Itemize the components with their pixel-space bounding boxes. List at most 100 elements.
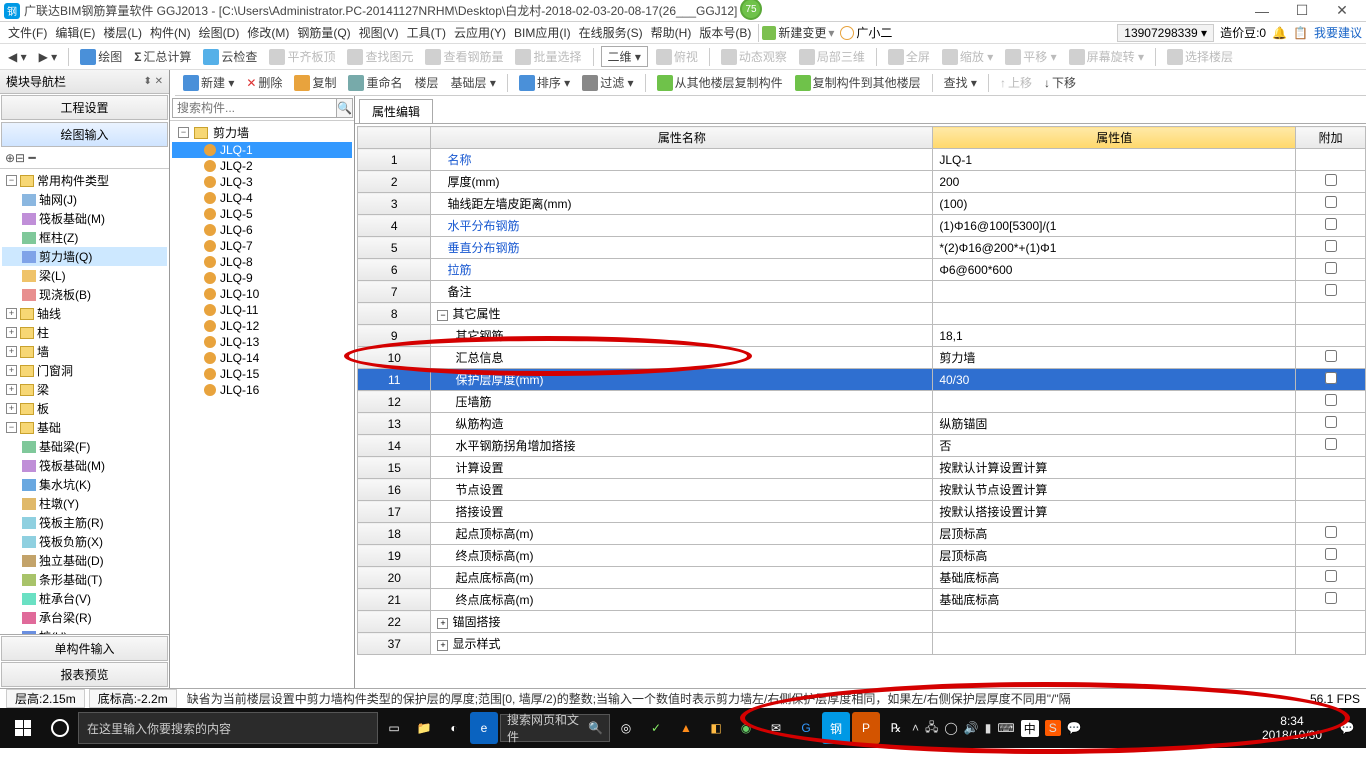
wall-item[interactable]: JLQ-1 (172, 142, 352, 158)
extra-checkbox[interactable] (1325, 416, 1337, 428)
extra-checkbox[interactable] (1325, 526, 1337, 538)
tb-new[interactable]: 新建 ▾ (179, 72, 238, 93)
tray-up-icon[interactable]: ˄ (912, 721, 919, 735)
app8-icon[interactable]: G (792, 712, 820, 744)
wall-item[interactable]: JLQ-15 (172, 366, 352, 382)
tree-item[interactable]: +墙 (2, 342, 167, 361)
suggest-link[interactable]: 我要建议 (1314, 24, 1362, 41)
tree-item[interactable]: +柱 (2, 323, 167, 342)
minimize-button[interactable]: — (1242, 3, 1282, 19)
tree-item[interactable]: 轴网(J) (2, 190, 167, 209)
tree-item[interactable]: 筏板基础(M) (2, 209, 167, 228)
tb-find[interactable]: 查找图元 (343, 46, 417, 67)
tb-viewrebar[interactable]: 查看钢筋量 (421, 46, 507, 67)
table-row[interactable]: 15计算设置按默认计算设置计算 (358, 457, 1366, 479)
tb-filter[interactable]: 过滤 ▾ (578, 72, 637, 93)
wall-item[interactable]: JLQ-10 (172, 286, 352, 302)
note-icon[interactable]: 📋 (1293, 26, 1308, 40)
app9-icon[interactable]: 钢 (822, 712, 850, 744)
tray-loc-icon[interactable]: ◯ (944, 721, 957, 735)
taskbar-search[interactable]: 在这里输入你要搜索的内容 (78, 712, 378, 744)
menu-draw[interactable]: 绘图(D) (195, 24, 244, 41)
table-row[interactable]: 9其它钢筋18,1 (358, 325, 1366, 347)
cortana-button[interactable] (44, 712, 76, 744)
tb-zoom[interactable]: 缩放 ▾ (938, 46, 997, 67)
tb-rename[interactable]: 重命名 (344, 72, 406, 93)
tree-item[interactable]: 柱墩(Y) (2, 494, 167, 513)
tree-item[interactable]: 筏板负筋(X) (2, 532, 167, 551)
search-input[interactable] (172, 98, 337, 118)
tb-local3d[interactable]: 局部三维 (795, 46, 869, 67)
tray-bat-icon[interactable]: ▮ (985, 721, 992, 735)
table-row[interactable]: 21终点底标高(m)基础底标高 (358, 589, 1366, 611)
taskview-icon[interactable]: ▭ (380, 712, 408, 744)
app1-icon[interactable]: 📁 (410, 712, 438, 744)
tb-rot[interactable]: 屏幕旋转 ▾ (1065, 46, 1148, 67)
tb-pan[interactable]: 平移 ▾ (1001, 46, 1060, 67)
tb-2d[interactable]: 二维 ▾ (601, 46, 648, 67)
maximize-button[interactable]: ☐ (1282, 2, 1322, 19)
app7-icon[interactable]: ◉ (732, 712, 760, 744)
tray-net-icon[interactable]: 🖧 (925, 718, 938, 739)
tb-copyto[interactable]: 复制构件到其他楼层 (791, 72, 925, 93)
taskbar-clock[interactable]: 8:342018/10/30 (1254, 714, 1330, 742)
search-button[interactable]: 🔍 (337, 98, 353, 118)
tree-item[interactable]: 集水坑(K) (2, 475, 167, 494)
tree-item[interactable]: 梁(L) (2, 266, 167, 285)
menu-view[interactable]: 视图(V) (355, 24, 403, 41)
tree-item[interactable]: 承台梁(R) (2, 608, 167, 627)
tree-item[interactable]: 基础梁(F) (2, 437, 167, 456)
midtree-root[interactable]: −剪力墙 (172, 123, 352, 142)
table-row[interactable]: 2厚度(mm)200 (358, 171, 1366, 193)
tb-dyn[interactable]: 动态观察 (717, 46, 791, 67)
tray-vol-icon[interactable]: 🔊 (964, 721, 979, 735)
menu-rebar[interactable]: 钢筋量(Q) (293, 24, 354, 41)
tb-selfloor[interactable]: 选择楼层 (1163, 46, 1237, 67)
table-row[interactable]: 20起点底标高(m)基础底标高 (358, 567, 1366, 589)
tree-item[interactable]: −基础 (2, 418, 167, 437)
tb-copy[interactable]: 复制 (290, 72, 340, 93)
tb-del[interactable]: ✕删除 (242, 72, 286, 93)
table-row[interactable]: 7备注 (358, 281, 1366, 303)
bell-icon[interactable]: 🔔 (1272, 26, 1287, 40)
wall-item[interactable]: JLQ-2 (172, 158, 352, 174)
notif-icon[interactable]: 💬 (1332, 721, 1362, 735)
table-row[interactable]: 37+显示样式 (358, 633, 1366, 655)
btn-report[interactable]: 报表预览 (1, 662, 168, 687)
tree-item[interactable]: 筏板基础(M) (2, 456, 167, 475)
table-row[interactable]: 6拉筋Φ6@600*600 (358, 259, 1366, 281)
panel-collapse-icon[interactable]: ⬍ ✕ (143, 76, 163, 87)
wall-item[interactable]: JLQ-9 (172, 270, 352, 286)
component-tree[interactable]: −常用构件类型轴网(J)筏板基础(M)框柱(Z)剪力墙(Q)梁(L)现浇板(B)… (0, 169, 169, 634)
expand-icon[interactable]: ⊕⊟ (5, 151, 25, 165)
table-row[interactable]: 8−其它属性 (358, 303, 1366, 325)
table-row[interactable]: 4水平分布钢筋(1)Φ16@100[5300]/(1 (358, 215, 1366, 237)
wall-item[interactable]: JLQ-12 (172, 318, 352, 334)
tree-item[interactable]: 桩承台(V) (2, 589, 167, 608)
app3-icon[interactable]: ◎ (612, 712, 640, 744)
table-row[interactable]: 12压墙筋 (358, 391, 1366, 413)
menu-online[interactable]: 在线服务(S) (575, 24, 647, 41)
tb-cloud[interactable]: 云检查 (199, 46, 261, 67)
tb-floor[interactable]: 楼层 (410, 72, 442, 93)
tray-kb-icon[interactable]: ⌨ (997, 721, 1014, 735)
tb-basefloor[interactable]: 基础层 ▾ (446, 72, 499, 93)
property-table[interactable]: 属性名称 属性值 附加 1名称JLQ-12厚度(mm)2003轴线距左墙皮距离(… (357, 126, 1366, 655)
tree-item[interactable]: 现浇板(B) (2, 285, 167, 304)
app4-icon[interactable]: ✓ (642, 712, 670, 744)
extra-checkbox[interactable] (1325, 592, 1337, 604)
tb-down[interactable]: ↓下移 (1040, 72, 1080, 93)
new-change-button[interactable]: 新建变更 ▾ (762, 24, 834, 41)
wall-item[interactable]: JLQ-3 (172, 174, 352, 190)
wall-item[interactable]: JLQ-16 (172, 382, 352, 398)
tree-item[interactable]: 筏板主筋(R) (2, 513, 167, 532)
table-row[interactable]: 16节点设置按默认节点设置计算 (358, 479, 1366, 501)
menu-component[interactable]: 构件(N) (146, 24, 195, 41)
table-row[interactable]: 19终点顶标高(m)层顶标高 (358, 545, 1366, 567)
tree-item[interactable]: 条形基础(T) (2, 570, 167, 589)
table-row[interactable]: 22+锚固搭接 (358, 611, 1366, 633)
app5-icon[interactable]: ▲ (672, 712, 700, 744)
extra-checkbox[interactable] (1325, 548, 1337, 560)
table-row[interactable]: 18起点顶标高(m)层顶标高 (358, 523, 1366, 545)
menu-file[interactable]: 文件(F) (4, 24, 51, 41)
